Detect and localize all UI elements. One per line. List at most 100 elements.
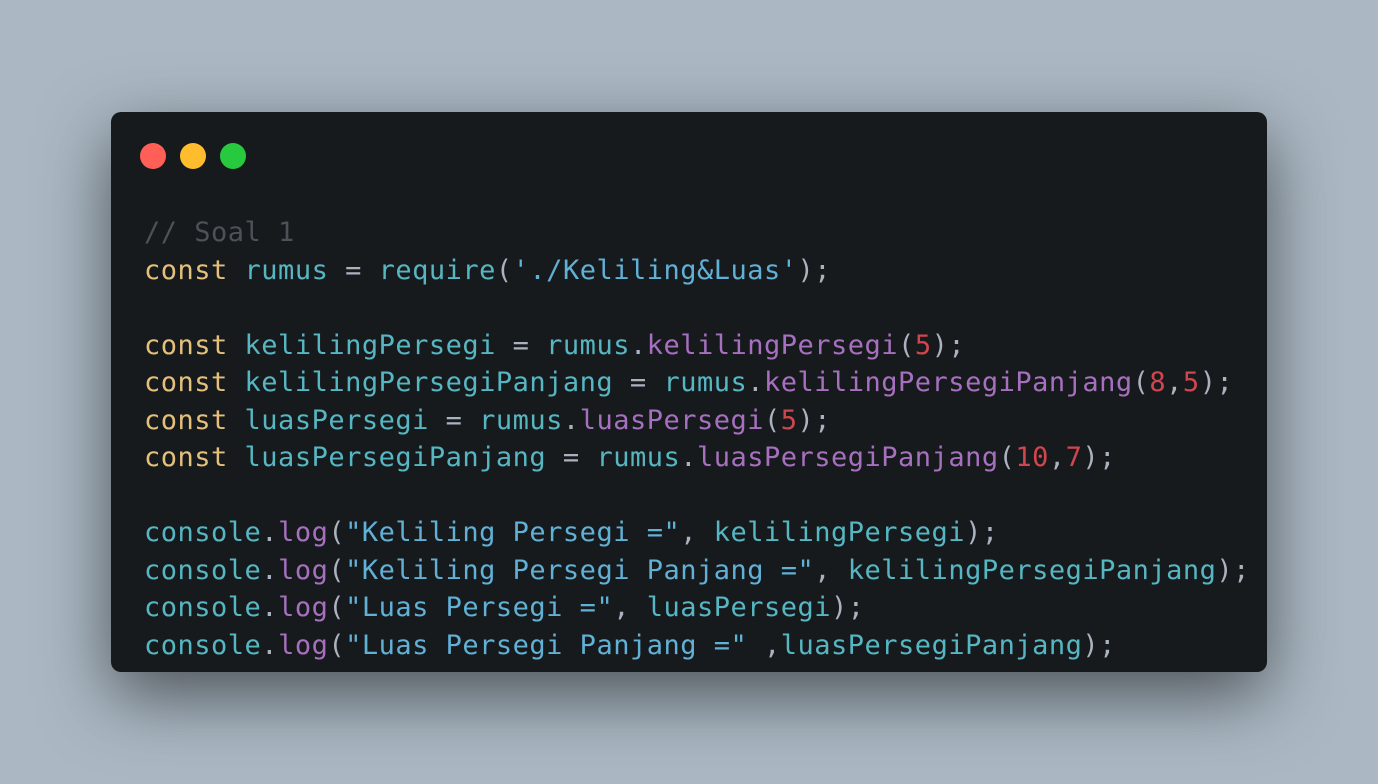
code-token-punct: = xyxy=(495,329,547,361)
code-token-punct: ( xyxy=(1132,367,1150,398)
code-token-punct: ); xyxy=(965,517,999,548)
code-token-punct xyxy=(228,367,245,398)
code-line: const rumus = require('./Keliling&Luas')… xyxy=(144,252,1250,290)
code-token-punct: . xyxy=(261,592,279,623)
code-token-punct: ); xyxy=(931,329,966,361)
code-token-string: "Luas Persegi Panjang =" xyxy=(345,629,748,661)
maximize-dot-icon[interactable] xyxy=(220,143,246,169)
code-token-punct: . xyxy=(562,404,580,436)
code-token-punct: = xyxy=(613,367,664,398)
code-line: ​ xyxy=(144,477,1250,515)
code-token-ident: rumus xyxy=(663,367,748,398)
code-token-ident: console xyxy=(144,554,262,586)
code-token-ident: rumus xyxy=(244,254,329,286)
code-token-punct xyxy=(228,330,245,361)
code-token-string: './Keliling&Luas' xyxy=(512,254,798,286)
code-token-ident: rumus xyxy=(546,329,630,361)
code-token-punct: . xyxy=(261,629,279,661)
code-token-number: 5 xyxy=(1182,367,1200,398)
code-token-method: log xyxy=(278,629,329,661)
code-token-ident: kelilingPersegiPanjang xyxy=(847,554,1217,586)
code-token-punct: . xyxy=(261,517,279,548)
code-token-punct: , xyxy=(613,592,647,623)
code-token-keyword: const xyxy=(144,254,228,286)
code-token-punct: ( xyxy=(998,442,1016,473)
code-token-comment: // Soal 1 xyxy=(144,217,295,248)
code-token-method: luasPersegi xyxy=(579,404,764,436)
code-line: const luasPersegiPanjang = rumus.luasPer… xyxy=(144,439,1250,477)
close-dot-icon[interactable] xyxy=(140,143,166,169)
code-token-string: "Luas Persegi =" xyxy=(345,592,614,623)
code-token-ident: console xyxy=(144,629,262,661)
code-token-keyword: const xyxy=(144,442,228,473)
code-token-ident: kelilingPersegiPanjang xyxy=(244,367,614,398)
code-token-punct: ( xyxy=(898,329,915,361)
code-token-ident: luasPersegiPanjang xyxy=(244,442,547,473)
code-token-keyword: const xyxy=(144,367,228,398)
code-token-punct: , xyxy=(747,629,781,661)
code-token-punct: ( xyxy=(328,629,346,661)
code-token-punct: ( xyxy=(328,592,346,623)
code-token-method: log xyxy=(278,517,329,548)
code-token-punct: , xyxy=(1048,442,1066,473)
code-token-method: log xyxy=(278,592,329,623)
code-token-punct: = xyxy=(328,254,379,286)
code-line: const kelilingPersegi = rumus.kelilingPe… xyxy=(144,327,1250,365)
code-token-punct: ( xyxy=(764,404,781,436)
code-line: const luasPersegi = rumus.luasPersegi(5)… xyxy=(144,402,1250,440)
code-token-punct: ); xyxy=(831,592,865,623)
window-controls xyxy=(140,143,246,169)
code-token-ident: luasPersegi xyxy=(244,404,429,436)
code-token-keyword: const xyxy=(144,329,228,361)
code-line: // Soal 1 xyxy=(144,214,1250,252)
code-token-punct: , xyxy=(1166,367,1183,398)
code-token-method: kelilingPersegiPanjang xyxy=(764,367,1133,398)
minimize-dot-icon[interactable] xyxy=(180,143,206,169)
code-token-string: "Keliling Persegi =" xyxy=(345,517,681,548)
code-token-ident: luasPersegiPanjang xyxy=(780,629,1083,661)
code-token-method: log xyxy=(278,554,329,586)
code-token-ident: console xyxy=(144,592,262,623)
code-token-punct: ( xyxy=(495,254,513,286)
code-token-number: 8 xyxy=(1149,367,1167,398)
code-line: console.log("Luas Persegi Panjang =" ,lu… xyxy=(144,627,1250,665)
code-token-punct: ); xyxy=(1082,442,1116,473)
code-token-number: 5 xyxy=(780,404,798,436)
code-token-number: 5 xyxy=(914,329,932,361)
code-token-punct: . xyxy=(680,442,697,473)
code-token-punct: = xyxy=(428,404,480,436)
code-token-punct: . xyxy=(747,367,764,398)
code-token-ident: rumus xyxy=(596,442,681,473)
code-token-punct: ); xyxy=(1199,367,1234,398)
code-token-number: 10 xyxy=(1015,442,1049,473)
code-token-punct: ); xyxy=(797,254,832,286)
code-token-punct: . xyxy=(629,329,647,361)
code-token-punct: ); xyxy=(1216,554,1250,586)
code-token-punct xyxy=(228,255,245,286)
code-token-ident: rumus xyxy=(479,404,563,436)
code-line: ​ xyxy=(144,289,1250,327)
code-token-punct: ); xyxy=(797,404,832,436)
code-token-ident: console xyxy=(144,517,262,548)
code-token-ident: require xyxy=(378,254,496,286)
code-token-ident: kelilingPersegi xyxy=(713,517,966,548)
code-token-keyword: const xyxy=(144,404,228,436)
code-token-number: 7 xyxy=(1065,442,1083,473)
code-line: console.log("Luas Persegi =", luasPerseg… xyxy=(144,589,1250,627)
code-token-method: kelilingPersegi xyxy=(646,329,899,361)
code-window: // Soal 1 const rumus = require('./Kelili… xyxy=(111,112,1267,672)
code-token-punct: = xyxy=(546,442,597,473)
code-line: const kelilingPersegiPanjang = rumus.kel… xyxy=(144,364,1250,402)
code-token-punct xyxy=(228,405,245,436)
code-token-punct: ( xyxy=(328,554,346,586)
code-token-string: "Keliling Persegi Panjang =" xyxy=(345,554,815,586)
code-block: // Soal 1 const rumus = require('./Kelili… xyxy=(144,214,1250,664)
code-token-punct: , xyxy=(814,554,848,586)
code-token-ident: kelilingPersegi xyxy=(244,329,496,361)
code-line: console.log("Keliling Persegi =", kelili… xyxy=(144,514,1250,552)
code-token-punct: ); xyxy=(1082,629,1116,661)
code-token-method: luasPersegiPanjang xyxy=(696,442,999,473)
code-token-punct: . xyxy=(261,554,279,586)
code-line: console.log("Keliling Persegi Panjang ="… xyxy=(144,552,1250,590)
code-token-punct xyxy=(228,442,245,473)
